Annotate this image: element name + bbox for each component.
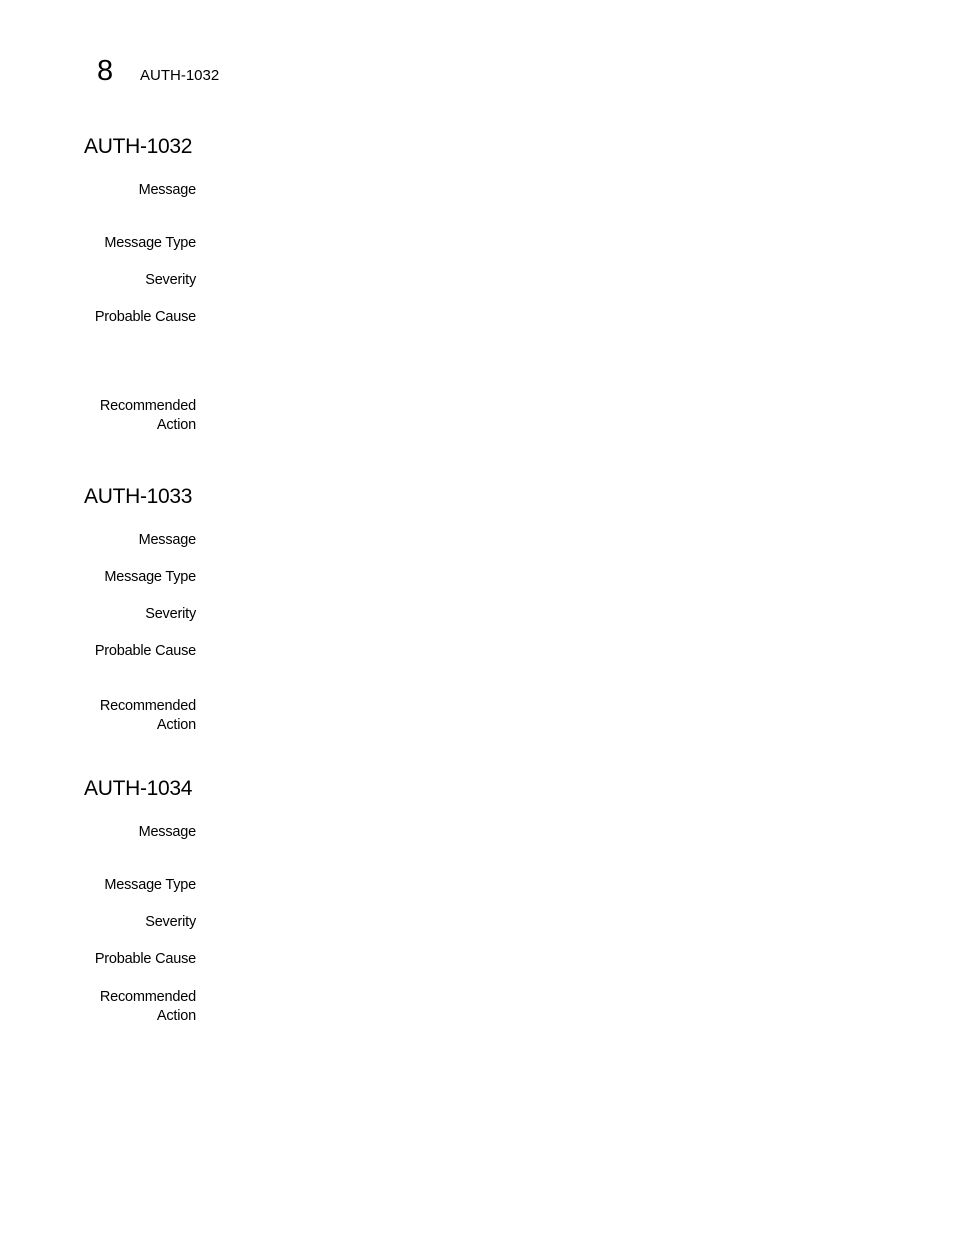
recommended-action-label-line2: Action (156, 417, 196, 433)
page-header: 8 AUTH-1032 (97, 54, 219, 88)
message-type-label: Message Type (104, 235, 196, 251)
message-label: Message (138, 824, 197, 840)
message-type-label: Message Type (104, 877, 196, 893)
section-title: AUTH-1034 (84, 777, 193, 800)
running-title: AUTH-1032 (140, 67, 220, 84)
recommended-action-label-line1: Recommended (99, 398, 196, 414)
severity-label: Severity (145, 606, 196, 622)
section-title: AUTH-1033 (84, 485, 193, 508)
severity-label: Severity (145, 914, 196, 930)
probable-cause-label: Probable Cause (94, 643, 196, 659)
probable-cause-label: Probable Cause (94, 951, 196, 967)
recommended-action-label-line2: Action (156, 1008, 196, 1024)
probable-cause-label: Probable Cause (94, 309, 196, 325)
message-section: AUTH-1032 Message Message Type Severity … (84, 134, 884, 433)
message-label: Message (138, 182, 197, 198)
message-section: AUTH-1033 Message Message Type Severity … (84, 484, 884, 733)
recommended-action-label: Recommended Action (84, 397, 196, 435)
recommended-action-label: Recommended Action (84, 697, 196, 735)
message-section: AUTH-1034 Message Message Type Severity … (84, 776, 884, 1024)
recommended-action-label-line1: Recommended (99, 698, 196, 714)
message-type-label: Message Type (104, 569, 196, 585)
recommended-action-label: Recommended Action (84, 988, 196, 1026)
chapter-number: 8 (97, 55, 114, 87)
recommended-action-label-line2: Action (156, 717, 196, 733)
severity-label: Severity (145, 272, 196, 288)
message-label: Message (138, 532, 197, 548)
section-title: AUTH-1032 (84, 135, 193, 158)
recommended-action-label-line1: Recommended (99, 989, 196, 1005)
